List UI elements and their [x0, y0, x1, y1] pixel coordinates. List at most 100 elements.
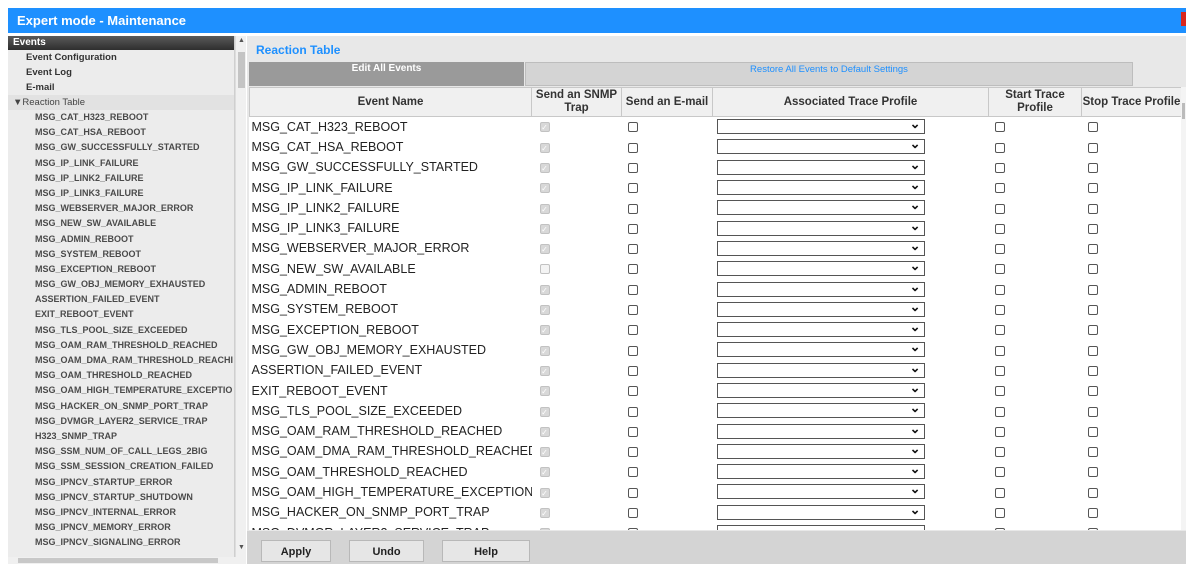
email-checkbox[interactable] [627, 365, 638, 376]
trace-profile-select[interactable] [716, 522, 925, 530]
stop-trace-checkbox[interactable] [1087, 305, 1098, 316]
stop-trace-checkbox[interactable] [1087, 162, 1098, 173]
start-trace-checkbox[interactable] [994, 345, 1005, 356]
tree-leaf-item[interactable]: MSG_GW_OBJ_MEMORY_EXHAUSTED [8, 277, 234, 292]
email-checkbox[interactable] [627, 142, 638, 153]
tree-leaf-item[interactable]: MSG_SSM_SESSION_CREATION_FAILED [8, 459, 234, 474]
trace-profile-select[interactable] [716, 218, 925, 236]
tree-leaf-item[interactable]: MSG_OAM_HIGH_TEMPERATURE_EXCEPTIO [8, 383, 234, 398]
trace-profile-select[interactable] [716, 441, 925, 459]
tree-leaf-item[interactable]: MSG_IP_LINK2_FAILURE [8, 171, 234, 186]
email-checkbox[interactable] [627, 386, 638, 397]
start-trace-checkbox[interactable] [994, 305, 1005, 316]
tree-leaf-item[interactable]: MSG_SYSTEM_REBOOT [8, 247, 234, 262]
trace-profile-select[interactable] [716, 319, 925, 338]
stop-trace-checkbox[interactable] [1087, 507, 1098, 518]
table-scroll-thumb[interactable] [1182, 103, 1185, 119]
email-checkbox[interactable] [627, 467, 638, 478]
start-trace-checkbox[interactable] [994, 264, 1005, 275]
trace-profile-select[interactable] [716, 339, 925, 358]
tab-restore-defaults[interactable]: Restore All Events to Default Settings [525, 62, 1133, 86]
trace-profile-select[interactable] [716, 258, 925, 277]
trace-profile-select[interactable] [716, 481, 925, 500]
scroll-down-icon[interactable]: ▼ [237, 544, 246, 551]
stop-trace-checkbox[interactable] [1087, 183, 1098, 194]
trace-profile-select[interactable] [716, 177, 925, 196]
tree-leaf-item[interactable]: MSG_GW_SUCCESSFULLY_STARTED [8, 140, 234, 155]
email-checkbox[interactable] [627, 162, 638, 173]
start-trace-checkbox[interactable] [994, 183, 1005, 194]
start-trace-checkbox[interactable] [994, 467, 1005, 478]
tree-leaf-item[interactable]: MSG_ADMIN_REBOOT [8, 232, 234, 247]
close-icon[interactable] [1181, 12, 1186, 26]
stop-trace-checkbox[interactable] [1087, 386, 1098, 397]
start-trace-checkbox[interactable] [994, 447, 1005, 458]
email-checkbox[interactable] [627, 345, 638, 356]
stop-trace-checkbox[interactable] [1087, 345, 1098, 356]
email-checkbox[interactable] [627, 406, 638, 417]
start-trace-checkbox[interactable] [994, 244, 1005, 255]
email-checkbox[interactable] [627, 122, 638, 133]
stop-trace-checkbox[interactable] [1087, 426, 1098, 437]
start-trace-checkbox[interactable] [994, 122, 1005, 133]
email-checkbox[interactable] [627, 183, 638, 194]
trace-profile-select[interactable] [716, 360, 925, 378]
stop-trace-checkbox[interactable] [1087, 447, 1098, 458]
tab-edit-all-events[interactable]: Edit All Events [249, 62, 524, 86]
trace-profile-select[interactable] [716, 502, 925, 520]
email-checkbox[interactable] [627, 325, 638, 336]
start-trace-checkbox[interactable] [994, 406, 1005, 417]
start-trace-checkbox[interactable] [994, 386, 1005, 397]
trace-profile-select[interactable] [716, 400, 925, 419]
tree-leaf-item[interactable]: MSG_OAM_RAM_THRESHOLD_REACHED [8, 338, 234, 353]
stop-trace-checkbox[interactable] [1087, 528, 1098, 530]
tree-leaf-item[interactable]: EXIT_REBOOT_EVENT [8, 307, 234, 322]
stop-trace-checkbox[interactable] [1087, 365, 1098, 376]
tree-leaf-item[interactable]: MSG_HACKER_ON_SNMP_PORT_TRAP [8, 399, 234, 414]
tree-hscroll-thumb[interactable] [18, 558, 218, 563]
trace-profile-select[interactable] [716, 136, 925, 155]
stop-trace-checkbox[interactable] [1087, 223, 1098, 234]
email-checkbox[interactable] [627, 203, 638, 214]
start-trace-checkbox[interactable] [994, 487, 1005, 498]
email-checkbox[interactable] [627, 264, 638, 275]
tree-leaf-item[interactable]: MSG_IP_LINK3_FAILURE [8, 186, 234, 201]
email-checkbox[interactable] [627, 305, 638, 316]
start-trace-checkbox[interactable] [994, 507, 1005, 518]
trace-profile-select[interactable] [716, 197, 925, 216]
trace-profile-select[interactable] [716, 279, 925, 297]
apply-button[interactable]: Apply [261, 540, 331, 562]
tree-leaf-item[interactable]: MSG_IPNCV_STARTUP_ERROR [8, 475, 234, 490]
undo-button[interactable]: Undo [349, 540, 424, 562]
stop-trace-checkbox[interactable] [1087, 325, 1098, 336]
tree-item[interactable]: E-mail [8, 80, 234, 95]
start-trace-checkbox[interactable] [994, 203, 1005, 214]
stop-trace-checkbox[interactable] [1087, 406, 1098, 417]
trace-profile-select[interactable] [716, 380, 925, 398]
tree-item[interactable]: Event Configuration [8, 50, 234, 65]
stop-trace-checkbox[interactable] [1087, 284, 1098, 295]
help-button[interactable]: Help [442, 540, 530, 562]
trace-profile-select[interactable] [716, 157, 925, 175]
tree-leaf-item[interactable]: MSG_IP_LINK_FAILURE [8, 156, 234, 171]
tree-leaf-item[interactable]: MSG_EXCEPTION_REBOOT [8, 262, 234, 277]
email-checkbox[interactable] [627, 447, 638, 458]
stop-trace-checkbox[interactable] [1087, 264, 1098, 275]
tree-leaf-item[interactable]: MSG_CAT_HSA_REBOOT [8, 125, 234, 140]
start-trace-checkbox[interactable] [994, 528, 1005, 530]
start-trace-checkbox[interactable] [994, 223, 1005, 234]
tree-leaf-item[interactable]: MSG_CAT_H323_REBOOT [8, 110, 234, 125]
email-checkbox[interactable] [627, 244, 638, 255]
email-checkbox[interactable] [627, 507, 638, 518]
trace-profile-select[interactable] [716, 421, 925, 439]
trace-profile-select[interactable] [716, 238, 925, 256]
stop-trace-checkbox[interactable] [1087, 142, 1098, 153]
tree-item-events[interactable]: Events [8, 36, 234, 50]
email-checkbox[interactable] [627, 223, 638, 234]
start-trace-checkbox[interactable] [994, 325, 1005, 336]
email-checkbox[interactable] [627, 284, 638, 295]
tree-horizontal-scrollbar[interactable] [8, 557, 246, 564]
tree-item[interactable]: Event Log [8, 65, 234, 80]
start-trace-checkbox[interactable] [994, 426, 1005, 437]
tree-leaf-item[interactable]: H323_SNMP_TRAP [8, 429, 234, 444]
